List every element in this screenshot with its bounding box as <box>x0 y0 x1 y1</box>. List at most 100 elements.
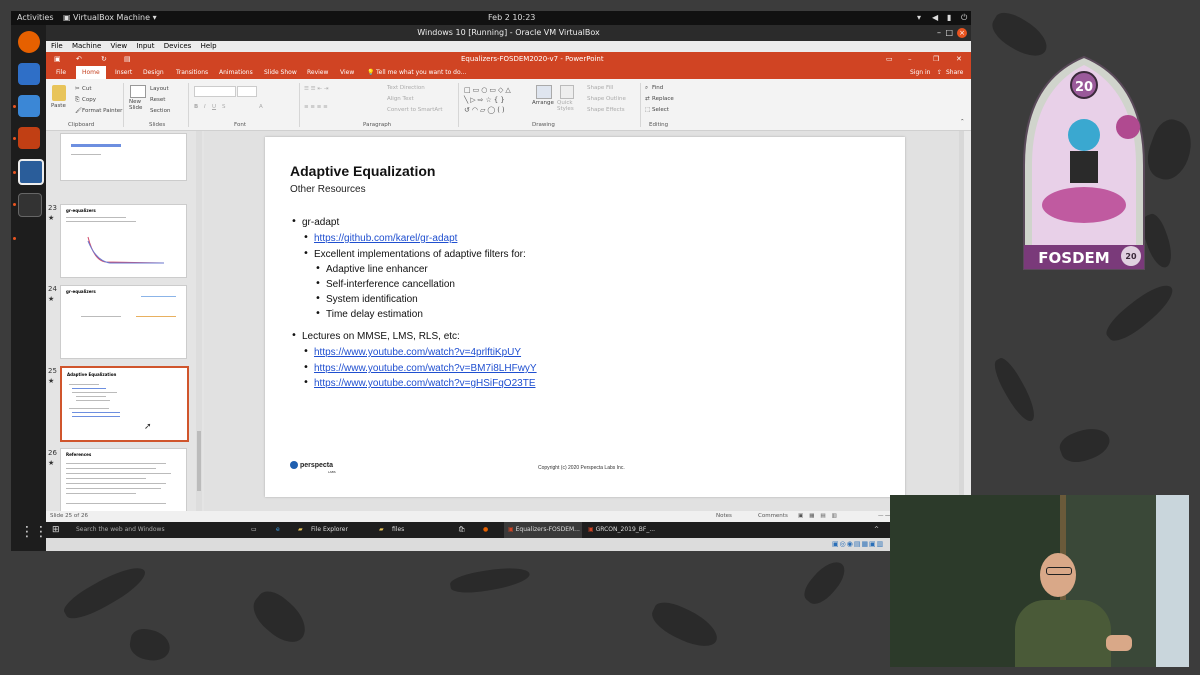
notes-button[interactable]: Notes <box>716 511 732 522</box>
menu-view[interactable]: View <box>111 42 128 50</box>
text-editor-icon[interactable] <box>18 63 40 85</box>
minimize-icon[interactable]: – <box>937 25 941 41</box>
link-gr-adapt[interactable]: https://github.com/karel/gr-adapt <box>314 233 457 244</box>
collapse-ribbon-icon[interactable]: ⌃ <box>960 119 965 125</box>
store-icon[interactable]: 🛍 <box>458 522 466 538</box>
edge-icon[interactable]: e <box>276 522 280 538</box>
taskbar-file-explorer[interactable]: File Explorer <box>311 522 348 538</box>
volume-icon[interactable]: ◀ <box>932 13 938 22</box>
underline-icon[interactable]: U <box>212 104 216 110</box>
link-youtube-1[interactable]: https://www.youtube.com/watch?v=4prlftiK… <box>314 347 521 358</box>
section-button[interactable]: Section <box>150 108 170 114</box>
shape-fill-button[interactable]: Shape Fill <box>587 85 613 91</box>
system-monitor-icon[interactable] <box>18 95 40 117</box>
bold-icon[interactable]: B <box>194 104 198 110</box>
sign-in-link[interactable]: Sign in <box>910 66 930 79</box>
slide-thumbnail-23[interactable]: gr-equalizers <box>60 204 187 278</box>
select-button[interactable]: Select <box>652 107 669 113</box>
activities-button[interactable]: Activities <box>17 13 54 22</box>
new-slide-icon[interactable] <box>130 85 146 98</box>
taskbar-files[interactable]: files <box>392 522 404 538</box>
gnuradio-icon[interactable] <box>18 127 40 149</box>
quick-styles-button[interactable]: Quick Styles <box>557 100 575 112</box>
font-color-icon[interactable]: A <box>259 104 263 110</box>
slide-title[interactable]: Adaptive Equalization <box>290 163 435 179</box>
undo-icon[interactable]: ↶ <box>76 52 82 66</box>
virtualbox-dock-icon[interactable] <box>18 159 44 185</box>
font-name-box[interactable] <box>194 86 236 97</box>
tab-animations[interactable]: Animations <box>219 66 253 79</box>
vbox-status-icons[interactable]: ▣◎◉▤▦▣▥ <box>832 540 884 548</box>
view-buttons[interactable]: ▣▦▤▥ <box>798 511 843 522</box>
wifi-icon[interactable]: ▾ <box>917 13 921 22</box>
menu-input[interactable]: Input <box>136 42 154 50</box>
paste-icon[interactable] <box>52 85 66 101</box>
terminal-icon[interactable] <box>18 193 42 217</box>
menu-file[interactable]: File <box>51 42 63 50</box>
close-icon[interactable]: × <box>957 28 967 38</box>
format-painter-button[interactable]: Format Painter <box>82 108 122 114</box>
save-icon[interactable]: ▣ <box>54 52 61 66</box>
app-menu[interactable]: VirtualBox Machine ▾ <box>73 13 157 22</box>
taskbar-powerpoint[interactable]: ▣ Equalizers-FOSDEM... <box>504 522 582 538</box>
share-icon[interactable]: ⇪ <box>937 66 942 79</box>
link-text[interactable]: https://github.com/karel/gr-adapt <box>314 233 457 244</box>
comments-button[interactable]: Comments <box>758 511 788 522</box>
tab-design[interactable]: Design <box>143 66 164 79</box>
reset-button[interactable]: Reset <box>150 97 165 103</box>
clock[interactable]: Feb 2 10:23 <box>488 13 535 22</box>
ribbon-options-icon[interactable]: ▭ <box>886 52 893 66</box>
redo-icon[interactable]: ↻ <box>101 52 107 66</box>
slide-thumbnail-24[interactable]: gr-equalizers <box>60 285 187 359</box>
thumbnails-scrollbar[interactable] <box>196 131 202 511</box>
menu-machine[interactable]: Machine <box>72 42 101 50</box>
tray-arrow-icon[interactable]: ^ <box>874 522 879 538</box>
battery-icon[interactable]: ▮ <box>947 13 951 22</box>
link-text[interactable]: https://www.youtube.com/watch?v=BM7i8LHF… <box>314 363 537 374</box>
arrange-icon[interactable] <box>536 85 552 99</box>
ppt-minimize-icon[interactable]: – <box>908 52 912 66</box>
copy-button[interactable]: Copy <box>82 97 96 103</box>
tab-insert[interactable]: Insert <box>115 66 132 79</box>
convert-smartart-button[interactable]: Convert to SmartArt <box>387 107 443 113</box>
text-direction-button[interactable]: Text Direction <box>387 85 425 91</box>
new-slide-button[interactable]: New Slide <box>129 99 145 111</box>
tab-view[interactable]: View <box>340 66 354 79</box>
link-youtube-2[interactable]: https://www.youtube.com/watch?v=BM7i8LHF… <box>314 363 537 374</box>
shape-outline-button[interactable]: Shape Outline <box>587 96 626 102</box>
tab-review[interactable]: Review <box>307 66 328 79</box>
shapes-gallery[interactable]: □▭○▭◇△ ╲▷⇨☆{} ↺◠▱◯() <box>464 85 526 117</box>
find-button[interactable]: Find <box>652 85 663 91</box>
menu-devices[interactable]: Devices <box>164 42 192 50</box>
paste-button[interactable]: Paste <box>51 103 66 109</box>
slide-thumbnail-25[interactable]: Adaptive Equalization ➚ <box>60 366 189 442</box>
tab-transitions[interactable]: Transitions <box>176 66 208 79</box>
slide-canvas[interactable]: Adaptive Equalization Other Resources • … <box>265 137 905 497</box>
link-youtube-3[interactable]: https://www.youtube.com/watch?v=gHSiFqO2… <box>314 378 536 389</box>
windows-start-icon[interactable]: ⊞ <box>52 522 60 538</box>
power-menu-icon[interactable]: ⏻ <box>961 13 967 23</box>
start-slideshow-icon[interactable]: ▤ <box>124 52 131 66</box>
task-view-icon[interactable]: ▭ <box>251 522 257 538</box>
tab-file[interactable]: File <box>56 66 66 79</box>
firefox-taskbar-icon[interactable]: ● <box>483 522 488 538</box>
font-size-box[interactable] <box>237 86 257 97</box>
cut-button[interactable]: Cut <box>82 86 91 92</box>
arrange-button[interactable]: Arrange <box>532 100 554 106</box>
strikethrough-icon[interactable]: S <box>222 104 226 110</box>
replace-button[interactable]: Replace <box>652 96 674 102</box>
align-icons[interactable]: ≡ ≡ ≡ ≡ <box>304 104 328 110</box>
ppt-close-icon[interactable]: ✕ <box>956 52 962 66</box>
shape-effects-button[interactable]: Shape Effects <box>587 107 625 113</box>
slide-subtitle[interactable]: Other Resources <box>290 184 366 195</box>
italic-icon[interactable]: I <box>204 104 206 110</box>
slide-thumbnail-22[interactable] <box>60 133 187 181</box>
maximize-icon[interactable]: □ <box>945 25 953 41</box>
editor-scrollbar[interactable] <box>959 131 964 511</box>
tell-me-box[interactable]: Tell me what you want to do... <box>376 66 466 79</box>
link-text[interactable]: https://www.youtube.com/watch?v=gHSiFqO2… <box>314 378 536 389</box>
tab-home[interactable]: Home <box>76 66 106 79</box>
align-text-button[interactable]: Align Text <box>387 96 414 102</box>
firefox-icon[interactable] <box>18 31 40 53</box>
share-button[interactable]: Share <box>946 66 963 79</box>
